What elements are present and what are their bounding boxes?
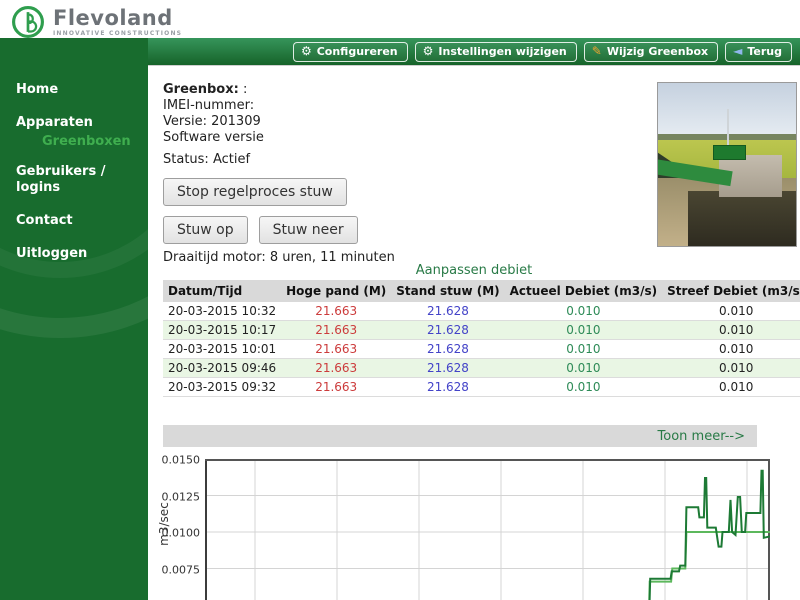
terug-label: Terug — [747, 45, 782, 58]
gear-icon: ⚙ — [423, 45, 434, 57]
greenbox-value: : — [243, 82, 247, 97]
cell-stand-stuw: 21.628 — [391, 340, 504, 359]
aanpassen-debiet-link[interactable]: Aanpassen debiet — [416, 263, 532, 278]
greenbox-info: Greenbox: : IMEI-nummer: Versie: 201309 … — [163, 82, 287, 146]
cell-hoge-pand: 21.663 — [281, 378, 391, 397]
debiet-chart: m3/sec 0.0150 0.0125 0.0100 0.0075 — [148, 455, 800, 600]
wijzig-greenbox-label: Wijzig Greenbox — [607, 45, 708, 58]
cell-stand-stuw: 21.628 — [391, 378, 504, 397]
table-row: 20-03-2015 09:3221.66321.6280.0100.0102.… — [163, 378, 800, 397]
measurements-table: Datum/Tijd Hoge pand (M) Stand stuw (M) … — [163, 280, 800, 397]
sidebar-item-uitloggen[interactable]: Uitloggen — [0, 246, 148, 262]
table-header-row: Datum/Tijd Hoge pand (M) Stand stuw (M) … — [163, 280, 800, 302]
sidebar-item-greenboxen[interactable]: Greenboxen — [0, 134, 148, 150]
instellingen-wijzigen-button[interactable]: ⚙ Instellingen wijzigen — [415, 42, 577, 62]
cell-hoge-pand: 21.663 — [281, 359, 391, 378]
cell-stand-stuw: 21.628 — [391, 302, 504, 321]
stuw-op-button[interactable]: Stuw op — [163, 216, 248, 244]
sidebar: Home Apparaten Greenboxen Gebruikers / l… — [0, 38, 148, 600]
versie-line: Versie: 201309 — [163, 114, 287, 130]
table-row: 20-03-2015 10:1721.66321.6280.0100.0102.… — [163, 321, 800, 340]
cell-actueel-debiet: 0.010 — [505, 359, 662, 378]
chart-ytick: 0.0125 — [156, 491, 200, 504]
sidebar-item-apparaten[interactable]: Apparaten — [0, 115, 148, 131]
instellingen-wijzigen-label: Instellingen wijzigen — [438, 45, 566, 58]
status-value: Actief — [213, 152, 250, 167]
cell-actueel-debiet: 0.010 — [505, 302, 662, 321]
cell-datum: 20-03-2015 10:17 — [163, 321, 281, 340]
back-arrow-icon: ◄ — [733, 45, 742, 57]
stuw-buttons: Stuw op Stuw neer — [163, 216, 358, 244]
greenbox-site-photo — [657, 82, 797, 247]
cell-streef-debiet: 0.010 — [662, 340, 800, 359]
header-actueel-debiet: Actueel Debiet (m3/s) — [505, 280, 662, 302]
stuw-neer-button[interactable]: Stuw neer — [259, 216, 358, 244]
cell-datum: 20-03-2015 09:46 — [163, 359, 281, 378]
toon-meer-link[interactable]: Toon meer--> — [658, 429, 745, 444]
cell-actueel-debiet: 0.010 — [505, 378, 662, 397]
cell-datum: 20-03-2015 10:01 — [163, 340, 281, 359]
photo-water — [688, 191, 796, 246]
cell-actueel-debiet: 0.010 — [505, 321, 662, 340]
page: Flevoland INNOVATIVE CONSTRUCTIONS Home … — [0, 0, 800, 600]
flevoland-logo: Flevoland INNOVATIVE CONSTRUCTIONS — [10, 4, 182, 40]
chart-ytick: 0.0150 — [156, 454, 200, 467]
cell-hoge-pand: 21.663 — [281, 340, 391, 359]
cell-streef-debiet: 0.010 — [662, 378, 800, 397]
software-versie-line: Software versie — [163, 130, 287, 146]
cell-stand-stuw: 21.628 — [391, 321, 504, 340]
toolbar: ⚙ Configureren ⚙ Instellingen wijzigen ✎… — [148, 38, 800, 66]
sidebar-item-gebruikers-logins[interactable]: Gebruikers / logins — [0, 164, 148, 196]
cell-streef-debiet: 0.010 — [662, 359, 800, 378]
configureren-button[interactable]: ⚙ Configureren — [293, 42, 408, 62]
cell-datum: 20-03-2015 10:32 — [163, 302, 281, 321]
wijzig-greenbox-button[interactable]: ✎ Wijzig Greenbox — [584, 42, 718, 62]
header-stand-stuw: Stand stuw (M) — [391, 280, 504, 302]
table-row: 20-03-2015 10:0121.66321.6280.0100.0102.… — [163, 340, 800, 359]
header-streef-debiet: Streef Debiet (m3/s) — [662, 280, 800, 302]
header-datum-tijd: Datum/Tijd — [163, 280, 281, 302]
cell-actueel-debiet: 0.010 — [505, 340, 662, 359]
flevoland-logo-icon — [10, 4, 46, 40]
chart-plot-area — [205, 459, 770, 600]
cell-streef-debiet: 0.010 — [662, 321, 800, 340]
status-line: Status: Actief — [163, 152, 250, 167]
chart-ytick: 0.0100 — [156, 527, 200, 540]
top-header: Flevoland INNOVATIVE CONSTRUCTIONS — [0, 0, 800, 40]
terug-button[interactable]: ◄ Terug — [725, 42, 792, 62]
sidebar-item-home[interactable]: Home — [0, 82, 148, 98]
header-hoge-pand: Hoge pand (M) — [281, 280, 391, 302]
configureren-label: Configureren — [317, 45, 398, 58]
table-footer: Toon meer--> — [163, 425, 757, 447]
stop-regelproces-button[interactable]: Stop regelproces stuw — [163, 178, 347, 206]
cell-hoge-pand: 21.663 — [281, 302, 391, 321]
table-row: 20-03-2015 10:3221.66321.6280.0100.0102.… — [163, 302, 800, 321]
photo-pole — [727, 109, 729, 148]
cell-hoge-pand: 21.663 — [281, 321, 391, 340]
cell-stand-stuw: 21.628 — [391, 359, 504, 378]
pencil-icon: ✎ — [592, 45, 602, 57]
sidebar-menu: Home Apparaten Greenboxen Gebruikers / l… — [0, 82, 148, 279]
gear-icon: ⚙ — [301, 45, 312, 57]
logo-tagline: INNOVATIVE CONSTRUCTIONS — [53, 30, 182, 37]
sidebar-item-contact[interactable]: Contact — [0, 213, 148, 229]
cell-datum: 20-03-2015 09:32 — [163, 378, 281, 397]
status-label: Status: — [163, 152, 209, 167]
streef-debiet-line — [649, 532, 771, 600]
cell-streef-debiet: 0.010 — [662, 302, 800, 321]
table-row: 20-03-2015 09:4621.66321.6280.0100.0102.… — [163, 359, 800, 378]
logo-name: Flevoland — [53, 7, 182, 29]
chart-ytick: 0.0075 — [156, 564, 200, 577]
main-content: Greenbox: : IMEI-nummer: Versie: 201309 … — [148, 66, 800, 600]
imei-line: IMEI-nummer: — [163, 98, 287, 114]
greenbox-label: Greenbox: — [163, 82, 239, 97]
photo-greenbox-device — [713, 145, 746, 160]
